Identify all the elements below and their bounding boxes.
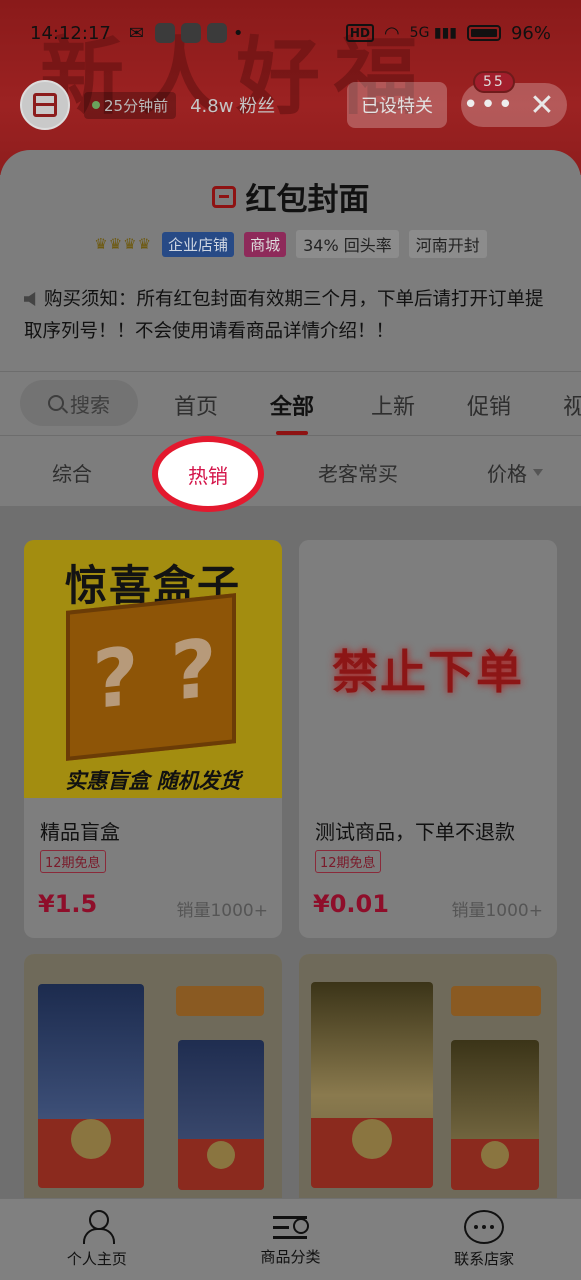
sort-hot[interactable]: 热销 xyxy=(152,436,264,512)
online-dot-icon xyxy=(92,101,100,109)
product-image-forbidden: 禁止下单 xyxy=(299,540,557,798)
product-grid: 惊喜盒子 ?? 实惠盲盒 随机发货 精品盲盒 12期免息 ¥1.5 销量1000… xyxy=(0,506,581,1280)
tab-home[interactable]: 首页 xyxy=(174,389,218,421)
cover-label xyxy=(451,986,541,1016)
search-icon xyxy=(48,395,64,411)
shop-tabs: 搜索 首页 全部 上新 促销 视 xyxy=(0,372,581,434)
red-envelope-preview xyxy=(178,1040,264,1190)
repurchase-tag: 34% 回头率 xyxy=(296,230,399,258)
mall-tag: 商城 xyxy=(244,231,287,257)
gift-icon xyxy=(33,93,57,117)
app-notification-icon xyxy=(154,23,175,43)
sort-bar: 综合 老客常买 价格 xyxy=(0,436,581,506)
product-name: 精品盲盒 xyxy=(40,820,120,844)
product-price: ¥1.5 xyxy=(38,890,98,918)
nav-contact[interactable]: 联系店家 xyxy=(387,1199,581,1280)
online-status: 25分钟前 xyxy=(84,91,177,119)
speaker-icon xyxy=(24,292,36,306)
product-image-golden-castle-cover xyxy=(299,954,557,1204)
cover-label xyxy=(176,986,264,1016)
tab-new[interactable]: 上新 xyxy=(371,389,415,421)
chat-icon xyxy=(464,1210,505,1244)
product-image-castle-cover xyxy=(24,954,282,1204)
product-card[interactable]: 惊喜盒子 ?? 实惠盲盒 随机发货 精品盲盒 12期免息 ¥1.5 销量1000… xyxy=(24,540,282,938)
person-icon xyxy=(82,1210,115,1244)
product-name: 测试商品，下单不退款 xyxy=(315,820,515,844)
red-envelope-preview xyxy=(451,1040,539,1190)
search-tab[interactable]: 搜索 xyxy=(20,380,138,426)
product-sales: 销量1000+ xyxy=(176,901,268,921)
status-bar: 14:12:17 ✉ • HD ◠ 5G ▮▮▮ 96% xyxy=(0,0,581,66)
close-button[interactable]: ✕ xyxy=(517,83,567,127)
tab-promo[interactable]: 促销 xyxy=(467,389,511,421)
more-icon: ••• xyxy=(462,90,515,120)
nav-category[interactable]: 商品分类 xyxy=(194,1199,388,1280)
installment-tag: 12期免息 xyxy=(40,850,106,873)
notification-badge: 55 xyxy=(473,71,515,93)
nav-profile[interactable]: 个人主页 xyxy=(0,1199,194,1280)
shop-avatar[interactable] xyxy=(20,80,70,130)
sort-arrow-icon xyxy=(533,469,543,479)
crown-rating-icon: ♛♛♛♛ xyxy=(94,235,153,253)
follow-button[interactable]: 已设特关 xyxy=(347,82,447,128)
enterprise-tag: 企业店铺 xyxy=(162,231,235,257)
hd-icon: HD xyxy=(345,24,374,42)
sort-price[interactable]: 价格 xyxy=(487,458,543,487)
sort-general[interactable]: 综合 xyxy=(52,458,92,487)
wechat-icon: ✉ xyxy=(128,23,144,44)
shop-title: 红包封面 xyxy=(0,174,581,219)
red-envelope-preview xyxy=(311,982,433,1188)
wifi-icon: ◠ xyxy=(383,22,400,44)
shop-tags: ♛♛♛♛ 企业店铺 商城 34% 回头率 河南开封 xyxy=(0,230,581,258)
battery-icon xyxy=(466,25,501,41)
tab-video[interactable]: 视 xyxy=(563,389,581,421)
product-card[interactable]: 禁止下单 测试商品，下单不退款 12期免息 ¥0.01 销量1000+ xyxy=(299,540,557,938)
question-box-icon: ?? xyxy=(66,593,236,761)
tab-all[interactable]: 全部 xyxy=(270,389,314,421)
category-search-icon xyxy=(272,1212,309,1242)
status-time: 14:12:17 xyxy=(30,22,111,44)
bottom-nav: 个人主页 商品分类 联系店家 xyxy=(0,1198,581,1280)
red-envelope-preview xyxy=(38,984,144,1188)
product-price: ¥0.01 xyxy=(313,890,389,918)
purchase-notice: 购买须知：所有红包封面有效期三个月，下单后请打开订单提取序列号！！不会使用请看商… xyxy=(24,289,544,342)
more-button[interactable]: ••• 55 xyxy=(461,71,517,127)
close-icon: ✕ xyxy=(529,87,555,123)
product-image-mystery-box: 惊喜盒子 ?? 实惠盲盒 随机发货 xyxy=(24,540,282,798)
shop-sheet: 红包封面 ♛♛♛♛ 企业店铺 商城 34% 回头率 河南开封 购买须知：所有红包… xyxy=(0,150,581,1280)
product-sales: 销量1000+ xyxy=(451,901,543,921)
signal-icon: 5G ▮▮▮ xyxy=(409,25,457,41)
shop-info-row: 25分钟前 4.8w 粉丝 已设特关 ••• 55 ✕ xyxy=(20,71,567,130)
installment-tag: 12期免息 xyxy=(315,850,381,873)
shop-logo-icon xyxy=(211,185,236,208)
sort-regular[interactable]: 老客常买 xyxy=(318,458,398,487)
fans-count: 4.8w 粉丝 xyxy=(190,96,276,117)
battery-percent: 96% xyxy=(510,22,551,44)
dot-icon: • xyxy=(232,22,244,44)
app-icon xyxy=(206,23,227,43)
location-tag: 河南开封 xyxy=(408,230,487,258)
sync-icon xyxy=(180,23,201,43)
